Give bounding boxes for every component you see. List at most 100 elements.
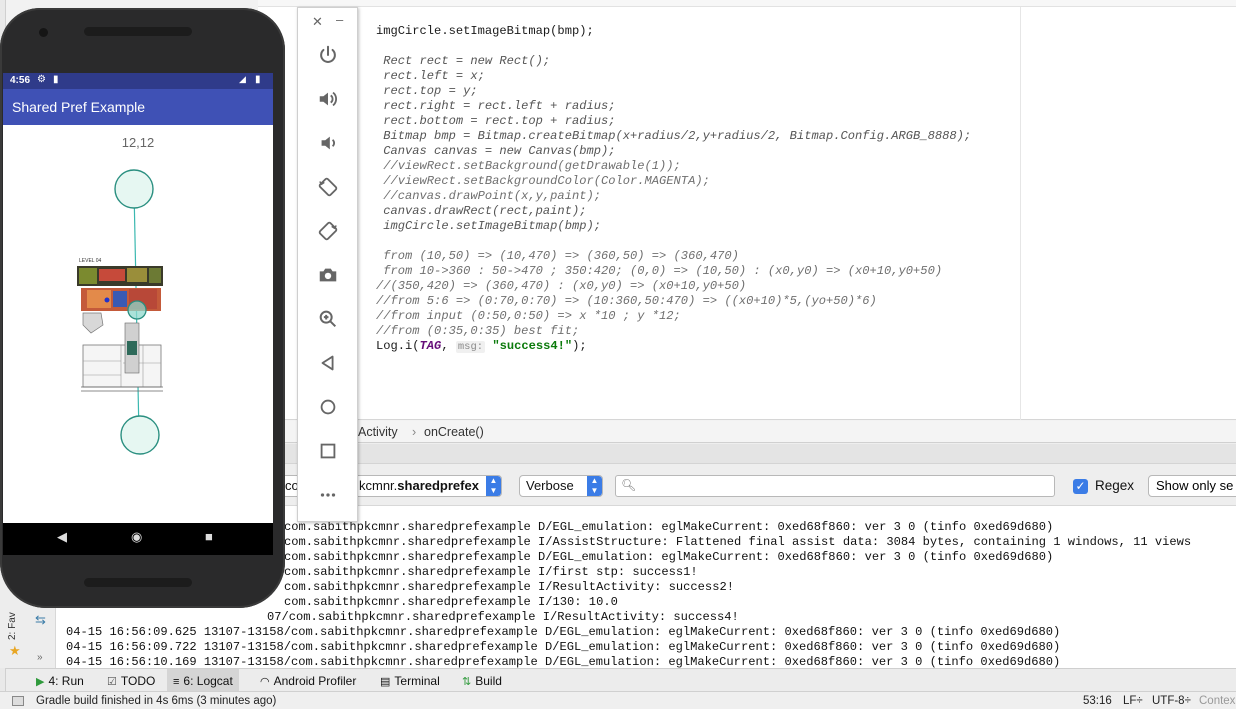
code-token: ); [572,339,587,353]
front-camera [39,28,48,37]
log-level-value: Verbose [526,478,574,493]
tab-android-profiler[interactable]: ◠ Android Profiler [254,669,362,692]
cursor-position[interactable]: 53:16 [1083,695,1112,707]
code-token: msg: [455,341,486,353]
more-button[interactable] [298,475,357,515]
close-icon[interactable]: ✕ [312,14,323,30]
code-line: Rect rect = new Rect(); [376,54,551,68]
profiler-icon: ◠ [260,676,270,688]
expand-more-icon[interactable]: » [37,652,43,663]
nav-recents-icon[interactable]: ■ [205,529,213,544]
zoom-button[interactable] [298,299,357,339]
phone-screen[interactable]: 4:56 ⚙ ▮ ◢ ▮ Shared Pref Example 12,12 L… [3,73,273,555]
bottom-speaker [84,578,192,587]
favorites-tab[interactable]: 2: Fav [7,600,21,640]
code-line: imgCircle.setImageBitmap(bmp); [376,24,594,38]
breadcrumb-class[interactable]: Activity [358,425,398,439]
code-line: from (10,50) => (10,470) => (360,50) => … [376,249,739,263]
code-line: //(350,420) => (360,470) : (x0,y0) => (x… [376,279,747,293]
log-level-select[interactable]: Verbose ▲ ▼ [519,475,603,497]
start-marker-circle[interactable] [114,169,154,209]
rotate-right-button[interactable] [298,211,357,251]
end-marker-circle[interactable] [120,415,160,455]
search-icon: 🔍︎ [621,478,637,492]
run-icon: ▶ [36,676,45,688]
tab-logcat[interactable]: ≡ 6: Logcat [167,669,239,692]
code-token: TAG [419,339,442,353]
floorplan-canvas[interactable]: LEVEL 04 [3,163,273,473]
build-icon: ⇅ [462,676,472,688]
code-token: Log.i( [376,339,420,353]
breadcrumb-method[interactable]: onCreate() [424,425,484,439]
overview-button[interactable] [298,431,357,471]
line-separator[interactable]: LF÷ [1123,695,1143,707]
more-icon [320,493,335,497]
soft-wrap-icon[interactable]: ⇆ [35,612,46,628]
code-line: //from (0:35,0:35) best fit; [376,324,580,338]
code-line: //viewRect.setBackground(getDrawable(1))… [376,159,681,173]
editor-top-edge [258,0,1236,7]
floorplan-label: LEVEL 04 [79,258,102,264]
log-line: 07/com.sabithpkcmnr.sharedprefexample I/… [267,610,739,624]
phone-nav-bar: ◀ ◉ ■ [3,523,273,555]
status-toggle-icon[interactable] [12,696,24,706]
emulator-toolbar: ✕ – [297,7,358,522]
rotate-right-icon [318,221,337,241]
todo-icon: ☑ [107,676,117,688]
home-button[interactable] [298,387,357,427]
code-line: //from 5:6 => (0:70,0:70) => (10:360,50:… [376,294,877,308]
tab-build[interactable]: ⇅ Build [456,669,508,692]
rotate-left-icon [318,177,337,197]
volume-down-button[interactable] [298,123,357,163]
zoom-icon [319,310,336,328]
tab-run[interactable]: ▶ 4: Run [30,669,90,692]
tab-terminal[interactable]: ▤ Terminal [374,669,446,692]
current-position-circle[interactable] [127,300,147,320]
regex-label: Regex [1095,478,1135,493]
home-icon [320,399,335,415]
battery-icon: ▮ [255,74,261,85]
coordinates-text: 12,12 [121,135,155,150]
status-message: Gradle build finished in 4s 6ms (3 minut… [36,695,277,707]
back-button[interactable] [298,343,357,383]
chevron-updown-icon: ▲ ▼ [486,476,501,496]
tool-window-bar: ▶ 4: Run ☑ TODO ≡ 6: Logcat ◠ Android Profil… [6,668,1236,692]
tab-todo[interactable]: ☑ TODO [101,669,161,692]
nav-back-icon[interactable]: ◀ [57,529,67,545]
status-bar: Gradle build finished in 4s 6ms (3 minut… [0,691,1236,709]
code-token: "success4!" [492,339,573,353]
code-line: imgCircle.setImageBitmap(bmp); [376,219,601,233]
chevron-updown-icon: ▲ ▼ [587,476,602,496]
code-line: Bitmap bmp = Bitmap.createBitmap(x+radiu… [376,129,972,143]
code-line: //viewRect.setBackgroundColor(Color.MAGE… [376,174,710,188]
signal-icon: ◢ [239,74,246,84]
logcat-search-input[interactable]: 🔍︎ [615,475,1055,497]
minimize-icon[interactable]: – [336,12,343,27]
code-line: from 10->360 : 50->470 ; 350:420; (0,0) … [376,264,943,278]
editor-right-margin-guide [1020,7,1021,420]
log-line: 04-15 16:56:09.625 13107-13158/com.sabit… [66,625,1061,639]
top-speaker [84,27,192,36]
star-icon[interactable]: ★ [9,643,21,659]
show-only-select[interactable]: Show only se [1148,475,1236,497]
screenshot-button[interactable] [298,255,357,295]
rotate-left-button[interactable] [298,167,357,207]
volume-up-button[interactable] [298,79,357,119]
phone-emulator: 4:56 ⚙ ▮ ◢ ▮ Shared Pref Example 12,12 L… [0,8,285,608]
code-line: Canvas canvas = new Canvas(bmp); [376,144,616,158]
app-toolbar: Shared Pref Example [3,89,273,125]
logcat-header [258,444,1236,464]
app-title: Shared Pref Example [12,99,146,115]
code-editor[interactable]: imgCircle.setImageBitmap(bmp); Rect rect… [258,0,1236,420]
regex-checkbox[interactable]: ✓ [1073,479,1088,494]
file-encoding[interactable]: UTF-8÷ [1152,695,1191,707]
code-lines[interactable]: imgCircle.setImageBitmap(bmp); Rect rect… [376,24,971,354]
phone-status-bar: 4:56 ⚙ ▮ ◢ ▮ [3,73,273,89]
floorplan-image [77,266,163,392]
nav-home-icon[interactable]: ◉ [131,529,142,545]
settings-icon: ⚙ [37,74,46,85]
logcat-icon: ≡ [173,676,180,688]
power-button[interactable] [298,35,357,75]
